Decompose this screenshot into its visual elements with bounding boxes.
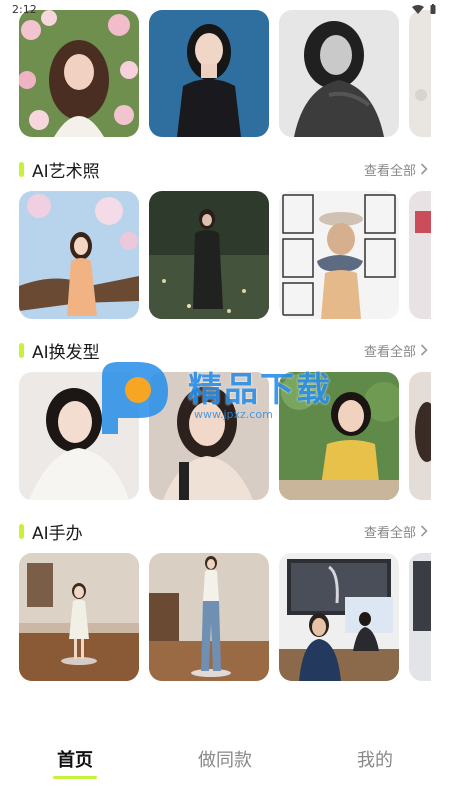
wifi-icon	[412, 4, 424, 14]
hairstyle-row	[19, 372, 431, 500]
template-card[interactable]	[409, 553, 431, 681]
tab-label: 我的	[357, 750, 393, 771]
status-time: 2:12	[12, 2, 37, 16]
template-card[interactable]	[19, 372, 139, 500]
status-bar: 2:12	[0, 0, 450, 18]
tab-label: 做同款	[198, 750, 252, 771]
art-photo-row	[19, 191, 431, 319]
template-card[interactable]	[409, 10, 431, 137]
chevron-right-icon	[420, 163, 428, 175]
see-all-label: 查看全部	[363, 163, 416, 179]
bottom-tab-bar: 首页 做同款 我的	[0, 728, 450, 800]
template-card[interactable]	[19, 10, 139, 137]
status-icons	[412, 4, 436, 14]
see-all-label: 查看全部	[363, 344, 416, 360]
tab-make-same[interactable]: 做同款	[180, 746, 270, 779]
template-card[interactable]	[279, 10, 399, 137]
see-all-label: 查看全部	[363, 525, 416, 541]
section-title: AI手办	[32, 523, 83, 544]
section-header-art-photo: AI艺术照 查看全部	[19, 157, 428, 182]
section-header-hairstyle: AI换发型 查看全部	[19, 338, 428, 363]
see-all-button[interactable]: 查看全部	[364, 160, 428, 179]
chevron-right-icon	[420, 344, 428, 356]
section-accent-bar	[19, 161, 24, 177]
see-all-button[interactable]: 查看全部	[364, 522, 428, 541]
template-card[interactable]	[409, 372, 431, 500]
section-title-group: AI换发型	[19, 338, 100, 363]
template-card[interactable]	[149, 372, 269, 500]
template-card[interactable]	[149, 191, 269, 319]
template-card[interactable]	[279, 191, 399, 319]
template-card[interactable]	[409, 191, 431, 319]
template-card[interactable]	[149, 10, 269, 137]
template-card[interactable]	[19, 191, 139, 319]
tab-mine[interactable]: 我的	[330, 746, 420, 779]
template-card[interactable]	[279, 553, 399, 681]
section-title: AI艺术照	[32, 161, 100, 182]
portrait-row	[19, 10, 431, 137]
template-card[interactable]	[149, 553, 269, 681]
figurine-row	[19, 553, 431, 681]
section-title-group: AI艺术照	[19, 157, 100, 182]
tab-home[interactable]: 首页	[30, 746, 120, 779]
section-accent-bar	[19, 342, 24, 358]
battery-icon	[430, 4, 436, 14]
template-card[interactable]	[19, 553, 139, 681]
tab-active-indicator	[53, 776, 97, 779]
section-header-figurine: AI手办 查看全部	[19, 519, 428, 544]
section-accent-bar	[19, 523, 24, 539]
section-title: AI换发型	[32, 342, 100, 363]
section-title-group: AI手办	[19, 519, 83, 544]
chevron-right-icon	[420, 525, 428, 537]
template-card[interactable]	[279, 372, 399, 500]
see-all-button[interactable]: 查看全部	[364, 341, 428, 360]
tab-label: 首页	[57, 750, 93, 771]
home-feed: 2:12 AI艺术照 查看全部 AI换发型 查看全部 AI手办 查看全部 精品下…	[0, 0, 450, 700]
